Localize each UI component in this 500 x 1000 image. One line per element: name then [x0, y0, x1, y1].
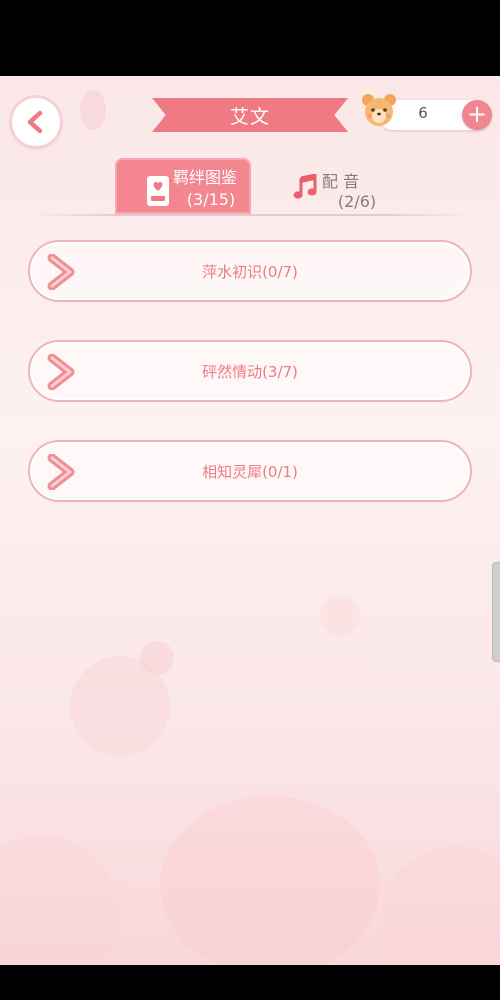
add-currency-button[interactable]: +: [462, 100, 492, 130]
chapter-label: 萍水初识(0/7): [202, 262, 298, 281]
navigation-bar: [0, 965, 500, 1000]
bokeh-decoration: [380, 846, 500, 965]
tab-voice[interactable]: 配 音 (2/6): [288, 164, 398, 214]
tab-bond-gallery[interactable]: 羁绊图鉴 (3/15): [115, 158, 251, 214]
app-screen: 艾文 6 + 羁绊图鉴 (3/15) 配 音 (2/6) 萍水初识(0/7) 砰…: [0, 76, 500, 965]
scrollbar-handle[interactable]: [492, 562, 500, 662]
page-title: 艾文: [152, 98, 348, 132]
plus-icon: +: [466, 100, 488, 128]
bokeh-decoration: [320, 596, 360, 636]
bokeh-decoration: [0, 836, 120, 965]
chapter-label: 砰然情动(3/7): [202, 362, 298, 381]
bokeh-decoration: [70, 656, 170, 756]
currency-value: 6: [418, 104, 428, 122]
bokeh-decoration: [80, 90, 106, 130]
bokeh-decoration: [160, 796, 380, 965]
card-heart-icon: [147, 176, 169, 206]
tab-count: (3/15): [186, 190, 236, 209]
chevron-left-icon: [27, 110, 43, 134]
status-bar: [0, 0, 500, 76]
chapter-item[interactable]: 相知灵犀(0/1): [28, 440, 472, 502]
chapter-item[interactable]: 萍水初识(0/7): [28, 240, 472, 302]
music-note-icon: [293, 174, 317, 199]
chapter-label: 相知灵犀(0/1): [202, 462, 298, 481]
bear-face-icon: [362, 94, 396, 126]
tab-divider: [30, 214, 470, 216]
bokeh-decoration: [140, 641, 174, 675]
chapter-item[interactable]: 砰然情动(3/7): [28, 340, 472, 402]
tab-label: 羁绊图鉴: [173, 168, 238, 187]
tab-label: 配 音: [322, 172, 360, 191]
back-button[interactable]: [12, 98, 60, 146]
tab-count: (2/6): [337, 192, 377, 211]
